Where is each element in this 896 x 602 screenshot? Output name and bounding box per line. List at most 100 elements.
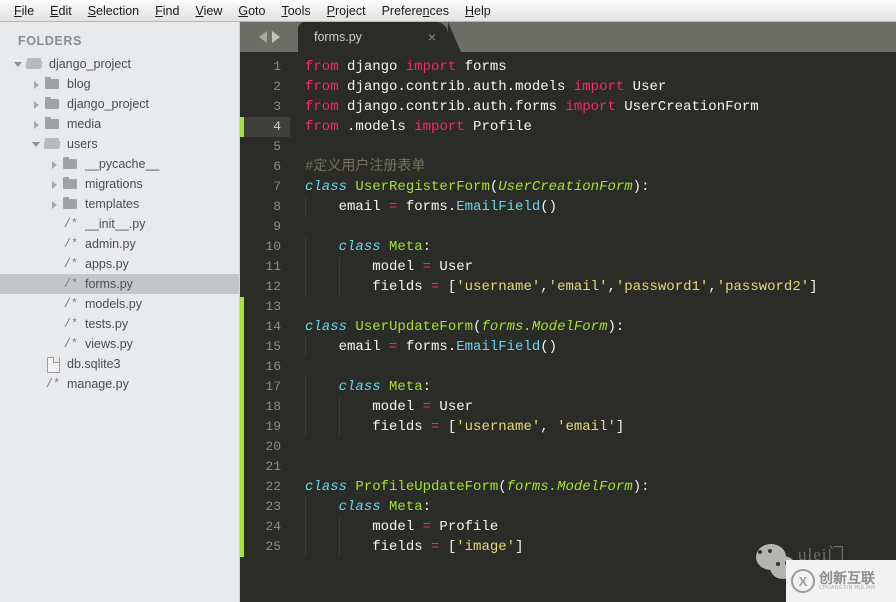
- menu-item-project[interactable]: Project: [319, 1, 374, 21]
- folders-heading: FOLDERS: [18, 34, 82, 48]
- line-number: 11: [265, 259, 281, 274]
- close-icon[interactable]: ×: [410, 29, 448, 45]
- chevron-right-icon[interactable]: [48, 158, 60, 170]
- chevron-right-icon[interactable]: [30, 78, 42, 90]
- tree-item-django-project[interactable]: django_project: [0, 54, 239, 74]
- line-number: 22: [265, 479, 281, 494]
- code-line[interactable]: from django.contrib.auth.models import U…: [290, 77, 896, 97]
- code-line[interactable]: from .models import Profile: [290, 117, 896, 137]
- token-k: from: [305, 79, 339, 95]
- code-line[interactable]: model = User: [290, 257, 896, 277]
- indent-guide: [305, 197, 306, 217]
- code-text[interactable]: from django import forms from django.cont…: [290, 52, 896, 602]
- code-line[interactable]: model = User: [290, 397, 896, 417]
- menu-item-preferences[interactable]: Preferences: [374, 1, 457, 21]
- indent-guide: [305, 377, 306, 397]
- tree-item-views-py[interactable]: /* views.py: [0, 334, 239, 354]
- tree-item-pycache[interactable]: __pycache__: [0, 154, 239, 174]
- code-line[interactable]: class UserUpdateForm(forms.ModelForm):: [290, 317, 896, 337]
- menu-item-tools[interactable]: Tools: [273, 1, 318, 21]
- menu-item-goto[interactable]: Goto: [230, 1, 273, 21]
- tree-item-django-project[interactable]: django_project: [0, 94, 239, 114]
- token-pl: .models: [338, 119, 415, 135]
- code-line[interactable]: [290, 437, 896, 457]
- indent-guide: [305, 397, 306, 417]
- tab-forms-py[interactable]: forms.py ×: [298, 22, 448, 52]
- code-line[interactable]: from django import forms: [290, 57, 896, 77]
- tree-item-apps-py[interactable]: /* apps.py: [0, 254, 239, 274]
- chevron-down-icon[interactable]: [30, 138, 42, 150]
- tree-item-models-py[interactable]: /* models.py: [0, 294, 239, 314]
- nav-back-icon[interactable]: [258, 31, 267, 43]
- code-line[interactable]: fields = ['image']: [290, 537, 896, 557]
- code-line[interactable]: fields = ['username','email','password1'…: [290, 277, 896, 297]
- chevron-right-icon[interactable]: [30, 118, 42, 130]
- code-area[interactable]: 1 2 3 4 5 6 7 8 9 10 11 12 13 14 15 16 17 18 19 20 21 22 23 24 2…: [240, 52, 896, 602]
- chevron-right-icon[interactable]: [48, 178, 60, 190]
- code-line[interactable]: [290, 137, 896, 157]
- chevron-right-icon[interactable]: [48, 198, 60, 210]
- code-line[interactable]: fields = ['username', 'email']: [290, 417, 896, 437]
- tree-item-init-py[interactable]: /* __init__.py: [0, 214, 239, 234]
- tree-item-tests-py[interactable]: /* tests.py: [0, 314, 239, 334]
- token-st: 'password2': [716, 279, 810, 295]
- token-k: import: [405, 59, 457, 75]
- token-pl: Profile: [464, 119, 532, 135]
- token-pl: ):: [632, 479, 650, 495]
- tree-item-migrations[interactable]: migrations: [0, 174, 239, 194]
- line-number: 19: [265, 419, 281, 434]
- tree-item-media[interactable]: media: [0, 114, 239, 134]
- chevron-down-icon[interactable]: [12, 58, 24, 70]
- chevron-right-icon[interactable]: [30, 98, 42, 110]
- nav-forward-icon[interactable]: [271, 31, 280, 43]
- code-line[interactable]: model = Profile: [290, 517, 896, 537]
- tab-nav-arrows[interactable]: [240, 22, 298, 52]
- menu-item-selection[interactable]: Selection: [80, 1, 147, 21]
- line-number: 2: [273, 79, 281, 94]
- menu-item-file[interactable]: File: [6, 1, 42, 21]
- python-file-icon: /*: [63, 317, 79, 331]
- code-line[interactable]: [290, 297, 896, 317]
- menu-item-find[interactable]: Find: [147, 1, 187, 21]
- tree-item-label: models.py: [85, 297, 142, 311]
- tree-item-admin-py[interactable]: /* admin.py: [0, 234, 239, 254]
- token-pl: [: [439, 279, 457, 295]
- token-pl: [: [439, 419, 457, 435]
- no-chevron-spacer: [48, 238, 60, 250]
- code-line[interactable]: #定义用户注册表单: [290, 157, 896, 177]
- menu-item-help[interactable]: Help: [457, 1, 499, 21]
- folder-icon: [44, 97, 62, 111]
- code-line[interactable]: from django.contrib.auth.forms import Us…: [290, 97, 896, 117]
- code-line[interactable]: [290, 357, 896, 377]
- code-line[interactable]: [290, 457, 896, 477]
- tree-item-db-sqlite3[interactable]: db.sqlite3: [0, 354, 239, 374]
- code-line[interactable]: class UserRegisterForm(UserCreationForm)…: [290, 177, 896, 197]
- sidebar-file-tree[interactable]: FOLDERS django_project blog django_project…: [0, 22, 240, 602]
- code-line[interactable]: email = forms.EmailField(): [290, 337, 896, 357]
- token-kw: class: [305, 319, 348, 335]
- line-number: 12: [265, 279, 281, 294]
- tree-item-label: manage.py: [67, 377, 129, 391]
- menu-item-edit[interactable]: Edit: [42, 1, 80, 21]
- token-st: 'email': [548, 279, 608, 295]
- git-change-marker: [240, 117, 244, 137]
- tree-item-manage-py[interactable]: /* manage.py: [0, 374, 239, 394]
- tree-item-forms-py[interactable]: /* forms.py: [0, 274, 239, 294]
- code-line[interactable]: [290, 217, 896, 237]
- code-line[interactable]: email = forms.EmailField(): [290, 197, 896, 217]
- tree-item-blog[interactable]: blog: [0, 74, 239, 94]
- code-line[interactable]: class ProfileUpdateForm(forms.ModelForm)…: [290, 477, 896, 497]
- tree-item-templates[interactable]: templates: [0, 194, 239, 214]
- tree-item-users[interactable]: users: [0, 134, 239, 154]
- token-k: import: [573, 79, 625, 95]
- token-base: UserCreationForm: [498, 179, 633, 195]
- code-line[interactable]: class Meta:: [290, 497, 896, 517]
- python-file-icon: /*: [63, 237, 79, 251]
- line-number: 9: [273, 219, 281, 234]
- code-line[interactable]: class Meta:: [290, 377, 896, 397]
- token-pl: forms.: [397, 199, 457, 215]
- folder-tree[interactable]: django_project blog django_project media use…: [0, 54, 239, 394]
- code-line[interactable]: class Meta:: [290, 237, 896, 257]
- menu-item-view[interactable]: View: [187, 1, 230, 21]
